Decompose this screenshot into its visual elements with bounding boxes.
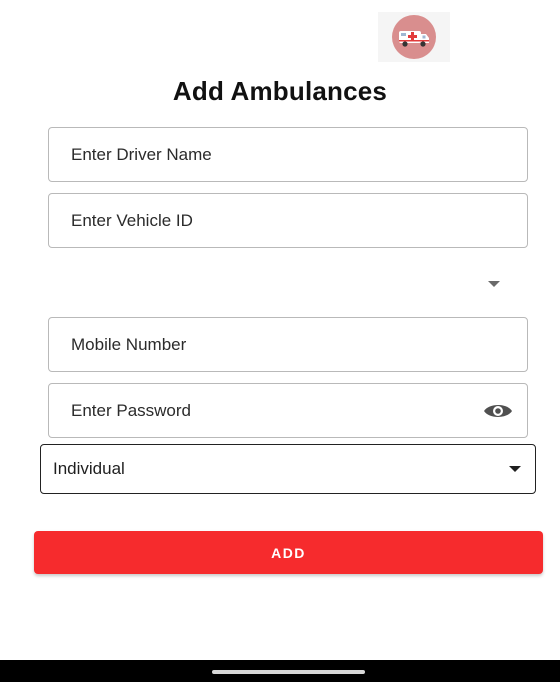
driver-name-field[interactable]: Enter Driver Name	[48, 127, 528, 182]
mobile-number-placeholder: Mobile Number	[71, 334, 187, 354]
add-button[interactable]: ADD	[34, 531, 543, 574]
type-dropdown[interactable]	[48, 266, 528, 302]
password-field[interactable]: Enter Password	[48, 383, 528, 438]
driver-name-placeholder: Enter Driver Name	[71, 144, 212, 164]
home-gesture-handle[interactable]	[212, 670, 365, 674]
app-logo	[378, 12, 450, 62]
mobile-number-field[interactable]: Mobile Number	[48, 317, 528, 372]
dropdown-arrow-icon	[488, 281, 500, 287]
eye-icon[interactable]	[483, 400, 513, 422]
owner-type-value: Individual	[53, 459, 125, 478]
dropdown-arrow-icon	[509, 466, 521, 472]
page-title: Add Ambulances	[172, 76, 388, 106]
password-placeholder: Enter Password	[71, 400, 191, 420]
vehicle-id-field[interactable]: Enter Vehicle ID	[48, 193, 528, 248]
owner-type-select[interactable]: Individual	[40, 444, 536, 494]
ambulance-icon	[392, 15, 436, 59]
system-navigation-bar	[0, 660, 560, 682]
vehicle-id-placeholder: Enter Vehicle ID	[71, 210, 193, 230]
